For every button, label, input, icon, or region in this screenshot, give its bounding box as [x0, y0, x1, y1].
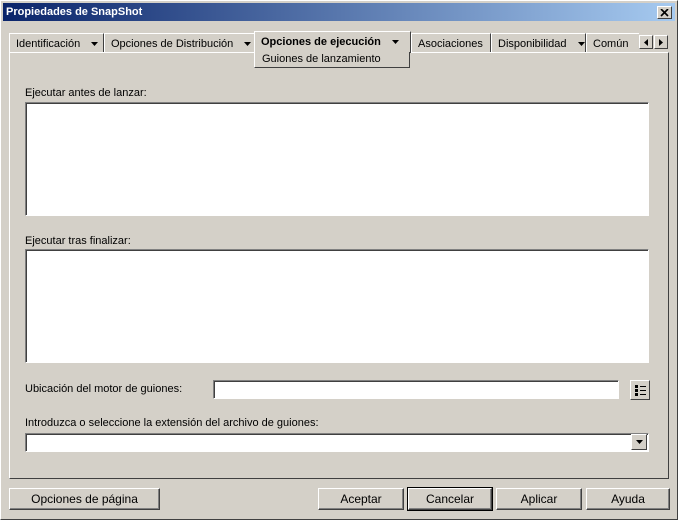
browse-tree-icon — [634, 384, 646, 396]
extension-combobox[interactable] — [25, 433, 649, 452]
chevron-down-icon — [635, 440, 643, 444]
tab-opciones-ejecucion[interactable]: Opciones de ejecución — [254, 31, 411, 53]
run-before-label: Ejecutar antes de lanzar: — [25, 87, 147, 99]
tab-opciones-distribucion[interactable]: Opciones de Distribución — [104, 33, 255, 53]
tab-label: Opciones de ejecución — [261, 36, 381, 48]
chevron-left-icon — [644, 38, 648, 46]
ok-button[interactable]: Aceptar — [318, 488, 404, 510]
window-title: Propiedades de SnapShot — [6, 6, 143, 18]
engine-location-input[interactable] — [213, 380, 619, 399]
run-after-textarea[interactable] — [25, 249, 649, 363]
close-icon — [660, 8, 669, 17]
title-bar: Propiedades de SnapShot — [3, 3, 675, 21]
tab-label: Común — [593, 38, 629, 50]
tab-comun[interactable]: Común — [586, 33, 639, 53]
chevron-right-icon — [659, 38, 663, 46]
run-before-textarea[interactable] — [25, 102, 649, 216]
chevron-down-icon — [391, 40, 399, 45]
run-after-label: Ejecutar tras finalizar: — [25, 235, 131, 247]
tab-label: Asociaciones — [418, 38, 483, 50]
close-button[interactable] — [657, 6, 672, 19]
tab-scroll — [639, 35, 668, 49]
tab-disponibilidad[interactable]: Disponibilidad — [491, 33, 586, 53]
tab-label: Disponibilidad — [498, 38, 567, 50]
page-options-button[interactable]: Opciones de página — [9, 488, 160, 510]
tab-identificacion[interactable]: Identificación — [9, 33, 104, 53]
tab-strip: Identificación Opciones de Distribución … — [9, 31, 639, 53]
engine-location-label: Ubicación del motor de guiones: — [25, 383, 183, 395]
subtab-label: Guiones de lanzamiento — [262, 53, 381, 65]
extension-label: Introduzca o seleccione la extensión del… — [25, 417, 319, 429]
properties-dialog: Propiedades de SnapShot Identificación O… — [0, 0, 678, 520]
tab-label: Identificación — [16, 38, 81, 50]
help-button[interactable]: Ayuda — [586, 488, 670, 510]
chevron-down-icon — [577, 42, 585, 47]
cancel-button[interactable]: Cancelar — [407, 487, 493, 511]
tab-scroll-right-button[interactable] — [654, 35, 668, 49]
subtab-guiones-lanzamiento[interactable]: Guiones de lanzamiento — [254, 52, 410, 68]
extension-dropdown-button[interactable] — [631, 434, 647, 450]
chevron-down-icon — [244, 42, 252, 47]
browse-button[interactable] — [630, 380, 650, 400]
tab-scroll-left-button[interactable] — [639, 35, 653, 49]
apply-button[interactable]: Aplicar — [496, 488, 582, 510]
tab-asociaciones[interactable]: Asociaciones — [411, 33, 491, 53]
chevron-down-icon — [91, 42, 99, 47]
tab-label: Opciones de Distribución — [111, 38, 234, 50]
